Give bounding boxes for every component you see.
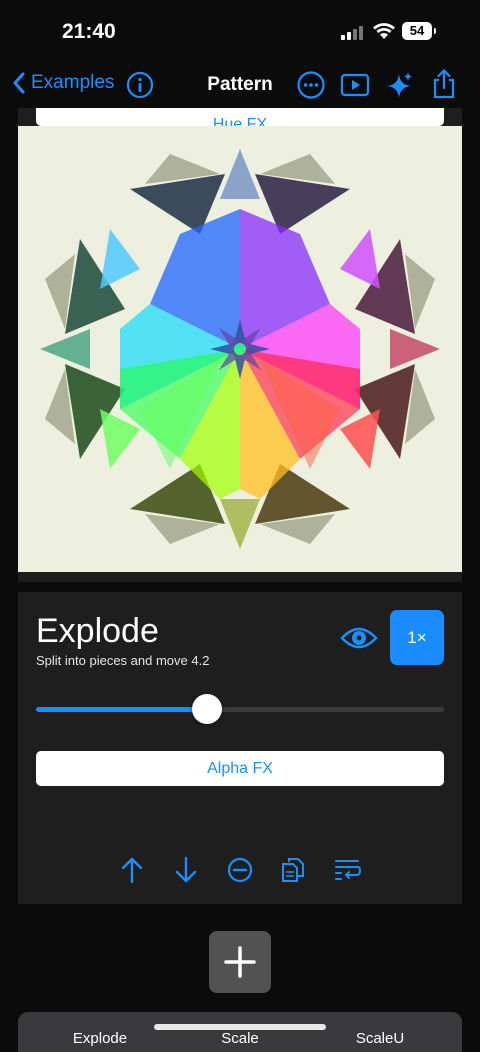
minus-circle-icon[interactable] (227, 856, 253, 884)
hue-fx-button[interactable]: Hue FX (36, 108, 444, 126)
eye-icon[interactable] (340, 624, 378, 652)
duplicate-icon[interactable] (281, 856, 305, 884)
sparkles-icon[interactable] (385, 70, 415, 100)
effect-subtitle: Split into pieces and move 4.2 (36, 653, 210, 668)
arrow-up-icon[interactable] (120, 856, 144, 884)
add-effect-button[interactable] (209, 931, 271, 993)
share-icon[interactable] (430, 68, 458, 100)
tab-explode[interactable]: Explode (40, 1030, 160, 1047)
back-label: Examples (31, 72, 115, 93)
page-title: Pattern (207, 74, 273, 95)
tab-scaleu[interactable]: ScaleU (320, 1030, 440, 1047)
alpha-fx-button[interactable]: Alpha FX (36, 751, 444, 786)
back-button[interactable]: Examples (12, 72, 114, 94)
tab-scale[interactable]: Scale (180, 1030, 300, 1047)
chevron-left-icon (13, 72, 25, 94)
play-icon[interactable] (340, 73, 370, 97)
battery-indicator: 54 (402, 22, 436, 40)
kaleidoscope-artwork (40, 149, 440, 549)
pattern-canvas (18, 126, 462, 572)
wifi-icon (373, 23, 395, 39)
explode-slider-track[interactable] (36, 707, 444, 712)
cellular-signal-icon (341, 24, 367, 40)
effect-tab-strip: Explode Scale ScaleU (18, 1012, 462, 1052)
info-icon[interactable] (126, 71, 154, 99)
plus-icon (224, 946, 256, 978)
status-time: 21:40 (62, 20, 116, 43)
speed-button[interactable]: 1× (390, 610, 444, 665)
navigation-bar: Examples Pattern (0, 64, 480, 106)
text-wrap-icon[interactable] (334, 856, 362, 884)
effect-title: Explode (36, 612, 159, 650)
slider-fill (36, 707, 208, 712)
arrow-down-icon[interactable] (174, 856, 198, 884)
home-indicator (154, 1024, 326, 1030)
status-bar: 21:40 54 (0, 0, 480, 64)
ellipsis-icon[interactable] (296, 70, 326, 100)
